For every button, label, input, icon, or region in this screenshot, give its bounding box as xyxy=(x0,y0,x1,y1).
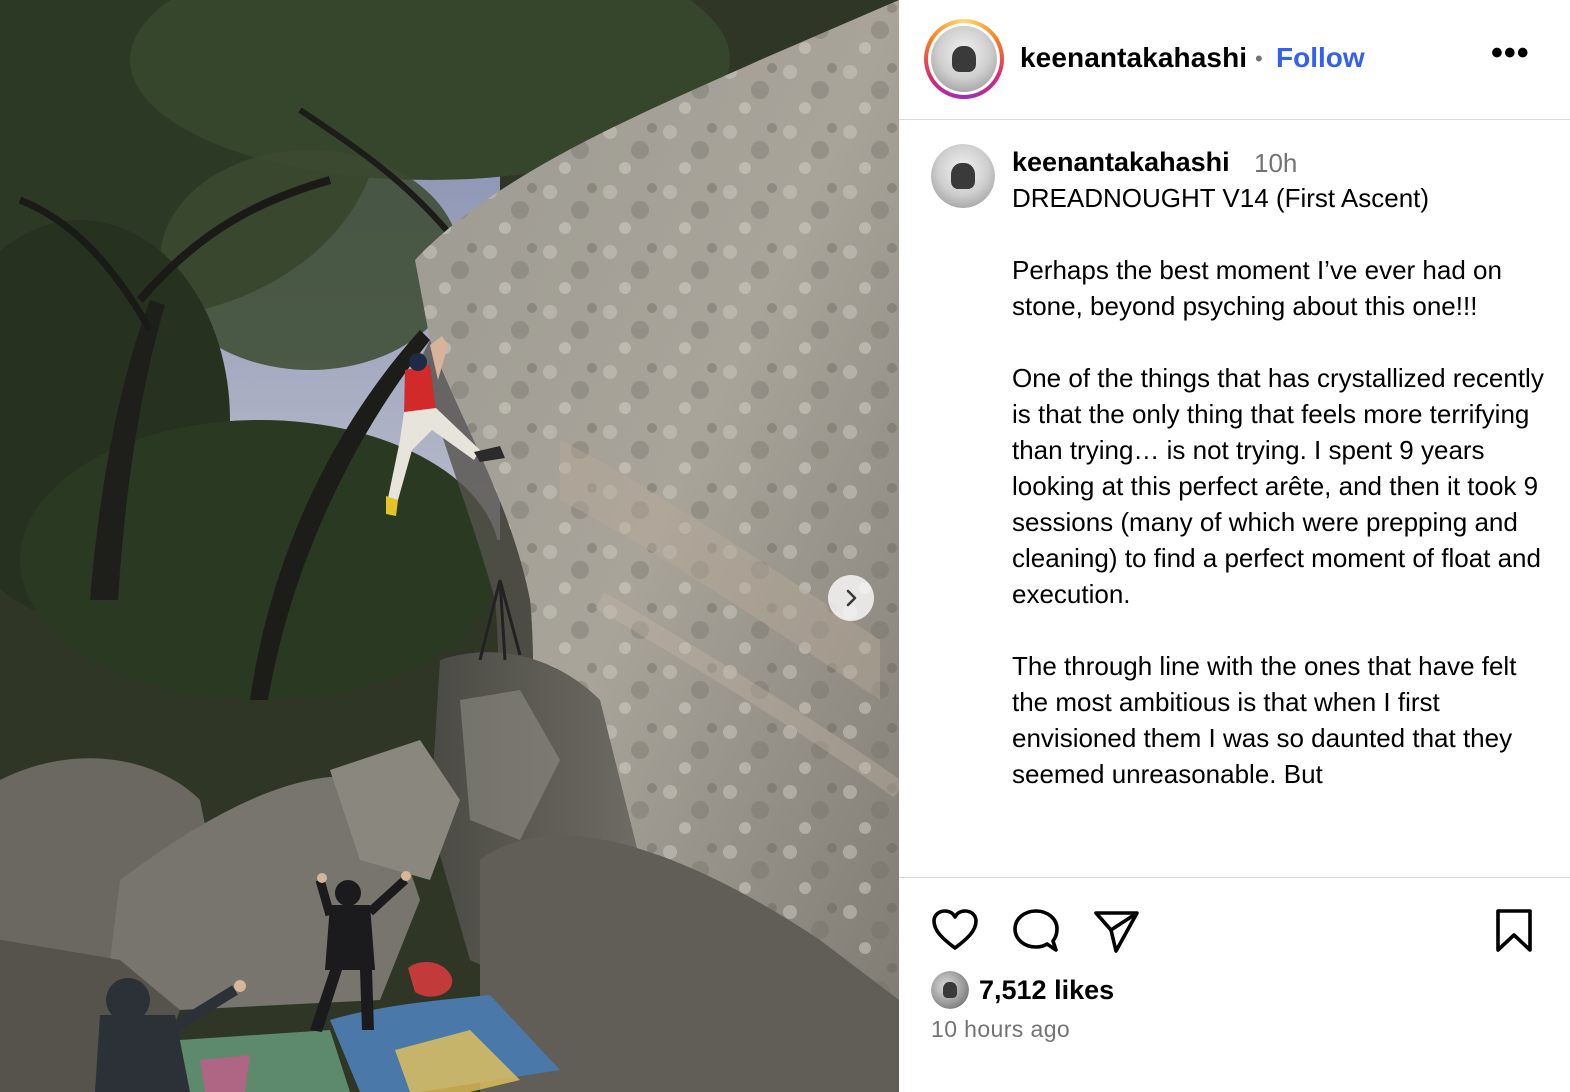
caption-area[interactable]: keenantakahashi 10h DREADNOUGHT V14 (Fir… xyxy=(899,121,1570,877)
chevron-right-icon xyxy=(846,589,857,607)
climbing-photo xyxy=(0,0,899,1092)
caption-paragraph: The through line with the ones that have… xyxy=(1012,651,1517,789)
caption-paragraph: One of the things that has crystallized … xyxy=(1012,363,1544,609)
profile-avatar xyxy=(931,971,969,1009)
likes-row[interactable]: 7,512 likes xyxy=(931,970,1114,1010)
header-username[interactable]: keenantakahashi xyxy=(1020,42,1247,74)
caption-paragraph: Perhaps the best moment I’ve ever had on… xyxy=(1012,255,1502,321)
save-button[interactable] xyxy=(1494,908,1534,959)
caption-text: DREADNOUGHT V14 (First Ascent) Perhaps t… xyxy=(1012,180,1552,828)
comment-button[interactable] xyxy=(1012,908,1060,959)
caption-title: DREADNOUGHT V14 (First Ascent) xyxy=(1012,183,1430,213)
caption-username[interactable]: keenantakahashi xyxy=(1012,147,1230,178)
profile-avatar xyxy=(931,26,997,92)
caption-avatar[interactable] xyxy=(931,144,995,208)
likes-count[interactable]: 7,512 likes xyxy=(979,975,1114,1006)
like-button[interactable] xyxy=(931,908,979,957)
post-timestamp: 10 hours ago xyxy=(931,1016,1071,1042)
post-photo[interactable] xyxy=(0,0,899,1092)
profile-avatar xyxy=(931,144,995,208)
story-ring[interactable] xyxy=(924,19,1004,99)
bookmark-icon xyxy=(1496,909,1532,952)
next-photo-button[interactable] xyxy=(828,575,874,621)
separator-dot: • xyxy=(1255,46,1263,71)
heart-icon xyxy=(932,909,978,950)
post-header: keenantakahashi • Follow ••• xyxy=(899,0,1570,120)
liker-avatar xyxy=(931,971,969,1009)
comment-icon xyxy=(1013,909,1059,952)
share-icon xyxy=(1094,911,1139,953)
post-side-panel: keenantakahashi • Follow ••• keenantakah… xyxy=(899,0,1570,1092)
caption-timestamp: 10h xyxy=(1254,148,1298,178)
share-button[interactable] xyxy=(1092,908,1140,959)
follow-button[interactable]: Follow xyxy=(1276,42,1365,74)
more-options-icon[interactable]: ••• xyxy=(1491,34,1530,73)
action-bar: 7,512 likes 10 hours ago xyxy=(899,877,1570,1092)
